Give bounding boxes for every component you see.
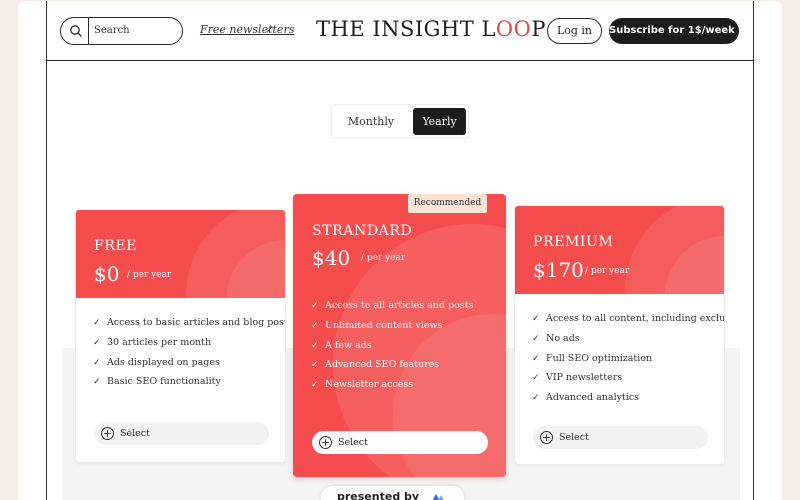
toggle-yearly[interactable]: Yearly: [413, 108, 466, 135]
check-icon: ✓: [93, 377, 101, 388]
feature-list: ✓Access to all content, including exclus…: [532, 309, 724, 408]
free-newsletters-link[interactable]: Free newsletters: [200, 23, 294, 36]
brand-logo-icon: [432, 494, 444, 500]
check-icon: ✓: [311, 380, 319, 391]
feature-item: ✓ Ads displayed on pages: [93, 353, 285, 373]
plan-card-free: FREE $0 / per year ✓ Access to basic arti…: [75, 209, 286, 463]
check-icon: ✓: [311, 320, 319, 331]
check-icon: ✓: [532, 373, 540, 384]
feature-item: ✓Access to all content, including exclus…: [532, 309, 724, 329]
feature-item: ✓ Advanced SEO features: [311, 355, 473, 375]
plan-period: / per year: [585, 266, 630, 276]
select-label: Select: [338, 437, 368, 448]
site-logo[interactable]: THE INSIGHT LOOP: [316, 17, 546, 41]
feature-item: ✓ No ads: [532, 329, 724, 349]
search-input[interactable]: Search: [60, 17, 183, 45]
plan-header-standard: STRANDARD $40 / per year ✓ Access to all …: [293, 194, 506, 477]
search-placeholder: Search: [94, 25, 130, 36]
logo-accent: OO: [495, 17, 532, 41]
plus-icon: +: [540, 431, 553, 444]
plan-period: / per year: [361, 253, 406, 263]
plan-period: / per year: [127, 270, 172, 280]
plus-icon: +: [319, 436, 332, 449]
toggle-monthly[interactable]: Monthly: [338, 109, 404, 135]
select-button-free[interactable]: + Select: [94, 422, 269, 445]
feature-item: ✓ Basic SEO functionality: [93, 372, 285, 392]
feature-item: ✓ Full SEO optimization: [532, 349, 724, 369]
logo-text-tail: P: [531, 17, 546, 41]
select-label: Select: [559, 432, 589, 443]
recommended-badge: Recommended: [408, 194, 487, 213]
check-icon: ✓: [311, 340, 319, 351]
check-icon: ✓: [93, 337, 101, 348]
login-button[interactable]: Log in: [547, 18, 602, 44]
select-button-premium[interactable]: + Select: [533, 426, 708, 449]
plan-header-premium: PREMIUM $170 / per year: [515, 206, 724, 294]
check-icon: ✓: [532, 353, 540, 364]
billing-period-toggle: Monthly Yearly: [331, 104, 469, 138]
feature-item: ✓ VIP newsletters: [532, 368, 724, 388]
check-icon: ✓: [93, 357, 101, 368]
check-icon: ✓: [532, 333, 540, 344]
presented-by-label: presented by: [337, 490, 420, 500]
select-button-standard[interactable]: + Select: [312, 431, 488, 454]
plan-price: $170: [533, 258, 584, 282]
feature-item: ✓ Access to basic articles and blog posts: [93, 313, 285, 333]
subscribe-button[interactable]: Subscribe for 1$/week ↗: [609, 18, 747, 44]
feature-item: ✓ Advanced analytics: [532, 388, 724, 408]
logo-text: THE INSIGHT L: [316, 17, 496, 41]
plan-card-premium: PREMIUM $170 / per year ✓ Access to all c…: [514, 205, 725, 465]
feature-item: ✓ Unlimited content views: [311, 316, 473, 336]
search-divider: [88, 18, 89, 44]
feature-list: ✓ Access to basic articles and blog posts…: [93, 313, 285, 392]
search-icon: [70, 25, 82, 37]
check-icon: ✓: [311, 360, 319, 371]
plan-name: PREMIUM: [533, 234, 614, 250]
feature-list: ✓ Access to all articles and posts ✓ Unlim…: [311, 296, 473, 395]
plan-name: FREE: [94, 238, 138, 254]
feature-item: ✓ 30 articles per month: [93, 333, 285, 353]
check-icon: ✓: [93, 318, 101, 328]
presented-by-badge[interactable]: presented by: [321, 486, 464, 500]
select-label: Select: [120, 428, 150, 439]
plan-header-free: FREE $0 / per year: [76, 210, 285, 298]
external-arrow-icon: ↗: [265, 23, 275, 36]
plan-price: $40: [312, 246, 351, 270]
plus-icon: +: [101, 427, 114, 440]
plan-card-standard: STRANDARD $40 / per year ✓ Access to all …: [293, 194, 506, 477]
feature-item: ✓ Access to all articles and posts: [311, 296, 473, 316]
feature-item: ✓ A few ads: [311, 336, 473, 356]
check-icon: ✓: [532, 314, 540, 324]
plan-name: STRANDARD: [312, 223, 413, 239]
check-icon: ✓: [532, 393, 540, 404]
feature-item: ✓ Newsletter access: [311, 375, 473, 395]
check-icon: ✓: [311, 301, 319, 311]
plan-price: $0: [94, 262, 120, 286]
